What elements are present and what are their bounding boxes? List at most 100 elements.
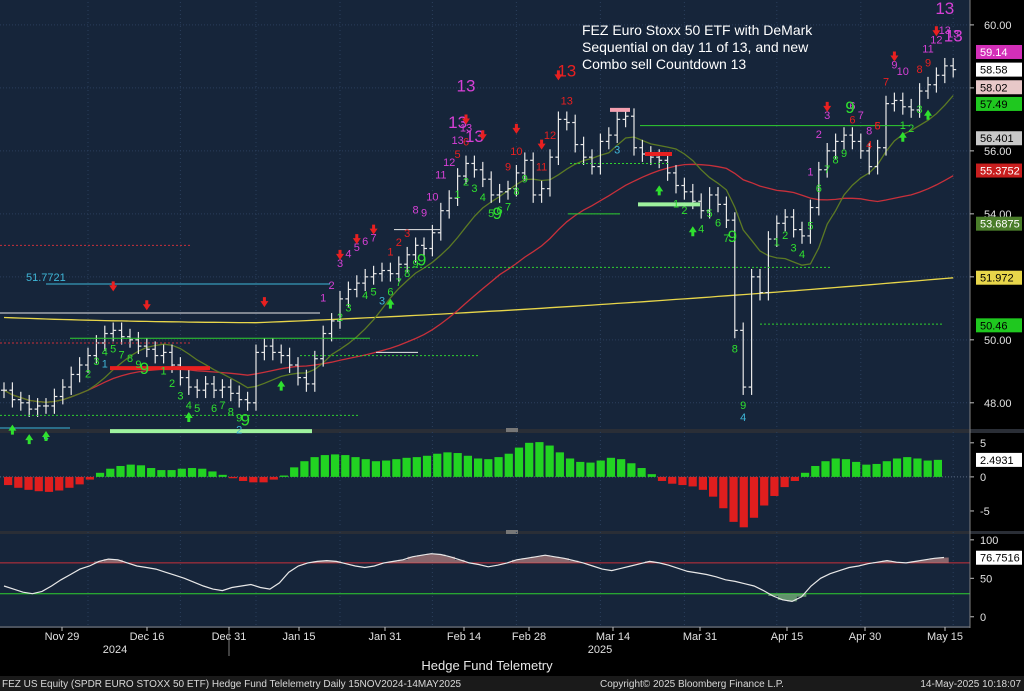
year-label: 2024 xyxy=(103,644,127,656)
td-setup-count: 3 xyxy=(791,243,797,255)
td-9-signal: 9 xyxy=(240,411,249,430)
price-tag-label: 53.6875 xyxy=(980,219,1020,231)
histogram-bar xyxy=(249,476,258,483)
price-tag-label: 51.972 xyxy=(980,273,1014,285)
panel-background xyxy=(0,432,970,532)
price-tag-label: 57.49 xyxy=(980,99,1008,111)
price-tag-label: 59.14 xyxy=(980,47,1008,59)
histogram-bar xyxy=(688,476,697,487)
td-setup-count: 2 xyxy=(85,369,91,381)
td-setup-count: 7 xyxy=(119,350,125,362)
td-combo-count: 1 xyxy=(807,167,813,179)
td-setup-count: 5 xyxy=(110,343,116,355)
oscillator-value-label: 76.7516 xyxy=(980,553,1020,565)
histogram-bar xyxy=(167,470,176,477)
td-9-signal: 9 xyxy=(140,359,149,378)
histogram-bar xyxy=(719,476,728,509)
td-combo-count: 12 xyxy=(443,157,455,169)
td-setup-count: 7 xyxy=(505,202,511,214)
histogram-bar xyxy=(474,458,483,477)
histogram-bar xyxy=(923,460,932,477)
x-axis-label: Feb 28 xyxy=(512,631,546,643)
td-setup-count: 4 xyxy=(186,400,192,412)
td-setup-count: 9 xyxy=(522,173,528,185)
histogram-axis-label: 0 xyxy=(980,472,986,484)
histogram-bar xyxy=(852,461,861,477)
histogram-axis-label: 5 xyxy=(980,438,986,450)
histogram-bar xyxy=(14,476,23,488)
x-axis-label: Apr 15 xyxy=(771,631,803,643)
year-label: 2025 xyxy=(588,644,612,656)
td-setup-count: 8 xyxy=(513,186,519,198)
histogram-bar xyxy=(892,458,902,477)
price-axis-label: 50.00 xyxy=(984,335,1012,347)
chart-annotation: FEZ Euro Stoxx 50 ETF with DeMark Sequen… xyxy=(582,22,813,72)
td-combo-count: 11 xyxy=(435,170,446,182)
td-setup-count: 1 xyxy=(774,236,780,248)
td-setup-count: 7 xyxy=(396,277,402,289)
td-countdown-count: 2 xyxy=(396,237,402,249)
histogram-bar xyxy=(668,476,677,484)
histogram-bar xyxy=(657,476,667,481)
histogram-bar xyxy=(177,468,186,477)
histogram-bar xyxy=(4,476,13,486)
x-axis-label: May 15 xyxy=(927,631,963,643)
x-axis-label: Jan 31 xyxy=(368,631,401,643)
histogram-bar xyxy=(790,476,799,481)
histogram-bar xyxy=(147,468,156,477)
histogram-value-label: 2.4931 xyxy=(980,455,1014,467)
td-combo-count: 9 xyxy=(421,207,427,219)
price-tag-label: 55.3752 xyxy=(980,166,1020,178)
td-setup-count: 4 xyxy=(480,192,486,204)
histogram-bar xyxy=(760,476,769,506)
td-setup-count: 3 xyxy=(345,302,351,314)
td-combo-count: 6 xyxy=(362,236,368,248)
panel-background xyxy=(0,532,970,628)
histogram-bar xyxy=(780,476,789,488)
td-setup-count: 8 xyxy=(833,154,839,166)
td-9-signal: 9 xyxy=(728,227,737,246)
histogram-bar xyxy=(862,464,871,477)
td-setup-count: 2 xyxy=(782,230,788,242)
histogram-bar xyxy=(535,442,544,477)
histogram-bar xyxy=(453,453,462,477)
td-setup-count: 6 xyxy=(715,217,721,229)
td-setup-count: 9 xyxy=(841,148,847,160)
td-setup-count: 3 xyxy=(471,183,477,195)
td-marker: 4 xyxy=(740,412,746,424)
histogram-bar xyxy=(65,476,74,488)
histogram-bar xyxy=(351,457,360,477)
histogram-bar xyxy=(811,465,820,477)
td-countdown-count: 4 xyxy=(866,140,872,152)
td-setup-count: 8 xyxy=(228,406,234,418)
td-9-signal: 9 xyxy=(417,250,426,269)
td-setup-count: 3 xyxy=(177,391,183,403)
price-tag-label: 58.58 xyxy=(980,65,1008,77)
histogram-bar xyxy=(504,453,513,477)
histogram-bar xyxy=(106,468,115,477)
td-setup-count: 6 xyxy=(211,403,217,415)
histogram-bar xyxy=(259,476,268,483)
histogram-bar xyxy=(872,463,881,477)
histogram-bar xyxy=(433,453,442,477)
td-setup-count: 6 xyxy=(387,287,393,299)
td-9-signal: 9 xyxy=(492,204,501,223)
td-countdown-count: 11 xyxy=(536,162,547,174)
td-setup-count: 4 xyxy=(362,290,368,302)
td-setup-count: 5 xyxy=(371,287,377,299)
histogram-bar xyxy=(34,476,43,492)
td-setup-count: 5 xyxy=(807,221,813,233)
histogram-bar xyxy=(422,455,432,477)
td-setup-count: 9 xyxy=(740,400,746,412)
x-axis-label: Jan 15 xyxy=(282,631,315,643)
histogram-bar xyxy=(85,476,94,480)
histogram-bar xyxy=(913,458,922,477)
histogram-bar xyxy=(157,470,166,477)
histogram-bar xyxy=(75,476,84,485)
histogram-bar xyxy=(279,475,289,477)
histogram-bar xyxy=(903,457,912,477)
histogram-bar xyxy=(841,459,851,477)
td-countdown-count: 1 xyxy=(387,247,393,259)
histogram-bar xyxy=(463,455,472,477)
histogram-bar xyxy=(484,459,493,477)
